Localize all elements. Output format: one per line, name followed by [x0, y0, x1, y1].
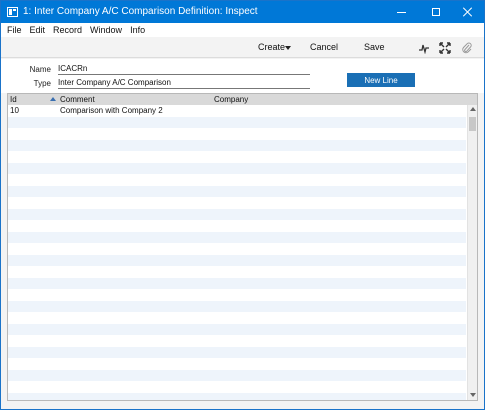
- expand-icon[interactable]: [439, 42, 451, 54]
- table-row[interactable]: [8, 300, 466, 312]
- table-row[interactable]: [8, 128, 466, 140]
- lines-grid: Id Comment Company 10 Comparison with Com…: [7, 93, 478, 401]
- title-bar[interactable]: 1: Inter Company A/C Comparison Definiti…: [1, 1, 484, 23]
- table-row[interactable]: [8, 162, 466, 174]
- table-row[interactable]: [8, 346, 466, 358]
- menu-record[interactable]: Record: [53, 25, 82, 35]
- chevron-down-icon[interactable]: [285, 46, 291, 50]
- table-row[interactable]: [8, 277, 466, 289]
- table-row[interactable]: [8, 254, 466, 266]
- save-button[interactable]: Save: [364, 42, 385, 52]
- column-header-company[interactable]: Company: [214, 95, 248, 104]
- table-row[interactable]: [8, 369, 466, 381]
- toolbar: Create Cancel Save: [1, 38, 484, 58]
- type-label: Type: [33, 79, 51, 88]
- table-row[interactable]: [8, 243, 466, 255]
- paperclip-icon[interactable]: [461, 42, 473, 54]
- maximize-button[interactable]: [419, 1, 453, 23]
- table-row[interactable]: [8, 335, 466, 347]
- table-row[interactable]: [8, 116, 466, 128]
- grid-header: Id Comment Company: [8, 94, 477, 105]
- table-row[interactable]: [8, 185, 466, 197]
- menu-bar: File Edit Record Window Info: [1, 23, 484, 37]
- cell-comment[interactable]: Comparison with Company 2: [60, 106, 163, 115]
- minimize-icon: [396, 11, 406, 13]
- sort-ascending-icon[interactable]: [50, 97, 56, 101]
- cancel-button[interactable]: Cancel: [310, 42, 338, 52]
- app-icon[interactable]: [7, 7, 18, 17]
- table-row[interactable]: [8, 151, 466, 163]
- table-row[interactable]: [8, 358, 466, 370]
- cell-id[interactable]: 10: [10, 106, 19, 115]
- name-field[interactable]: ICACRn: [58, 64, 310, 75]
- table-row[interactable]: [8, 312, 466, 324]
- pulse-icon[interactable]: [418, 42, 430, 54]
- table-row[interactable]: [8, 392, 466, 400]
- vertical-scrollbar[interactable]: [467, 105, 477, 400]
- close-button[interactable]: [451, 1, 485, 23]
- create-button[interactable]: Create: [258, 42, 285, 52]
- app-window: 1: Inter Company A/C Comparison Definiti…: [0, 0, 485, 410]
- grid-rows: 10 Comparison with Company 2: [8, 105, 466, 400]
- table-row[interactable]: [8, 174, 466, 186]
- table-row[interactable]: [8, 266, 466, 278]
- scroll-up-icon[interactable]: [470, 107, 476, 111]
- scroll-down-icon[interactable]: [470, 393, 476, 397]
- table-row[interactable]: [8, 381, 466, 393]
- maximize-icon: [432, 8, 440, 16]
- name-label: Name: [29, 65, 51, 74]
- menu-info[interactable]: Info: [130, 25, 145, 35]
- table-row[interactable]: [8, 197, 466, 209]
- table-row[interactable]: [8, 208, 466, 220]
- menu-window[interactable]: Window: [90, 25, 122, 35]
- header-form: Name ICACRn Type Inter Company A/C Compa…: [1, 59, 484, 93]
- table-row[interactable]: [8, 231, 466, 243]
- menu-edit[interactable]: Edit: [30, 25, 46, 35]
- minimize-button[interactable]: [384, 1, 418, 23]
- scrollbar-thumb[interactable]: [469, 117, 476, 131]
- type-field[interactable]: Inter Company A/C Comparison: [58, 78, 310, 89]
- menu-file[interactable]: File: [7, 25, 22, 35]
- new-line-button[interactable]: New Line: [347, 73, 415, 87]
- column-header-id[interactable]: Id: [10, 95, 17, 104]
- table-row[interactable]: [8, 323, 466, 335]
- table-row[interactable]: [8, 289, 466, 301]
- table-row[interactable]: [8, 220, 466, 232]
- window-title: 1: Inter Company A/C Comparison Definiti…: [23, 6, 258, 17]
- table-row[interactable]: 10 Comparison with Company 2: [8, 105, 466, 117]
- column-header-comment[interactable]: Comment: [60, 95, 95, 104]
- close-icon: [463, 7, 473, 17]
- table-row[interactable]: [8, 139, 466, 151]
